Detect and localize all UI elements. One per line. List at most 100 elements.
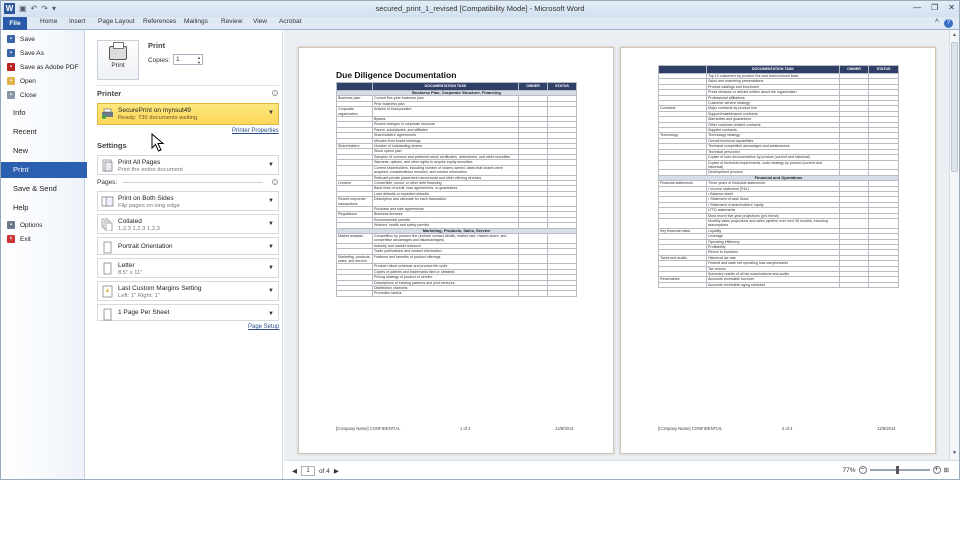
next-page-icon[interactable]: ▶ — [334, 467, 339, 475]
pages-per-sheet-dropdown[interactable]: 1 Page Per Sheet ▼ — [97, 304, 279, 321]
nav-recent[interactable]: Recent — [1, 124, 85, 140]
margins-dropdown[interactable]: Last Custom Margins Setting Left: 1" Rig… — [97, 281, 279, 301]
category-cell: Marketing, products, sales, and service — [336, 253, 373, 265]
chevron-down-icon: ▼ — [268, 221, 274, 227]
printer-icon — [102, 108, 113, 119]
owner-cell — [518, 232, 548, 244]
tab-insert[interactable]: Insert — [69, 18, 85, 25]
zoom-out-icon[interactable]: − — [858, 466, 867, 474]
vertical-scrollbar[interactable]: ▲ ▼ — [949, 30, 959, 460]
tab-file[interactable]: File — [3, 17, 27, 30]
scroll-thumb[interactable] — [951, 42, 958, 172]
scroll-down-icon[interactable]: ▼ — [952, 450, 957, 456]
status-cell — [547, 106, 577, 118]
nav-info[interactable]: Info — [1, 105, 85, 121]
column-header: OWNER — [839, 65, 869, 74]
owner-cell — [839, 217, 869, 229]
restore-icon[interactable]: ❐ — [931, 3, 938, 12]
category-cell: Recent corporate transactions — [336, 196, 373, 207]
pdf-icon: ▪ — [7, 63, 15, 71]
page-footer-date: 12/8/2014 — [555, 426, 574, 431]
preview-status-bar: ◀ 1 of 4 ▶ 77% − + ⊞ — [284, 460, 959, 479]
tab-view[interactable]: View — [253, 18, 267, 25]
nav-close[interactable]: ▪ Close — [7, 91, 37, 99]
mouse-pointer-icon — [151, 133, 165, 152]
nav-save[interactable]: ▪ Save — [7, 35, 35, 43]
scroll-up-icon[interactable]: ▲ — [952, 32, 957, 38]
minimize-icon[interactable]: — — [913, 3, 921, 12]
category-cell: Market analysis — [336, 232, 373, 244]
previous-page-icon[interactable]: ◀ — [292, 467, 297, 475]
table-row: Monthly sales projections and sales pipe… — [658, 217, 899, 229]
ribbon-tabs: File Home Insert Page Layout References … — [1, 17, 959, 30]
task-cell: Current shareholders, including number o… — [372, 164, 519, 176]
status-cell — [547, 232, 577, 244]
column-header: STATUS — [547, 82, 577, 91]
documentation-table: DOCUMENTATION TASK OWNER STATUS Business… — [336, 82, 577, 297]
owner-cell — [839, 281, 869, 289]
info-icon[interactable]: i — [272, 179, 278, 185]
table-header-row: DOCUMENTATION TASK OWNER STATUS — [336, 82, 577, 91]
owner-cell — [518, 196, 548, 207]
tab-mailings[interactable]: Mailings — [184, 18, 208, 25]
table-row: Accounts receivable aging schedule — [658, 281, 899, 289]
stepper-arrows-icon[interactable]: ▲ ▼ — [197, 55, 201, 65]
table-row: Marketing, products, sales, and service F… — [336, 253, 577, 265]
tab-references[interactable]: References — [143, 18, 176, 25]
paper-size-dropdown[interactable]: Letter 8.5" x 11" ▼ — [97, 258, 279, 278]
task-cell: Promotion tactics — [372, 290, 519, 297]
task-cell: Monthly sales projections and sales pipe… — [706, 217, 840, 229]
printer-properties-link[interactable]: Printer Properties — [232, 128, 279, 134]
zoom-to-page-icon[interactable]: ⊞ — [944, 466, 949, 474]
owner-cell — [518, 253, 548, 265]
tab-acrobat[interactable]: Acrobat — [279, 18, 301, 25]
zoom-slider-knob[interactable] — [895, 466, 899, 474]
close-icon[interactable]: ✕ — [948, 3, 955, 12]
orientation-dropdown[interactable]: Portrait Orientation ▼ — [97, 237, 279, 255]
nav-save-adobe-pdf[interactable]: ▪ Save as Adobe PDF — [7, 63, 79, 71]
zoom-level[interactable]: 77% — [843, 467, 856, 474]
help-icon[interactable]: ? — [944, 19, 953, 28]
nav-options[interactable]: ▪ Options — [7, 221, 42, 229]
current-page-input[interactable]: 1 — [301, 466, 315, 476]
tab-page-layout[interactable]: Page Layout — [98, 18, 135, 25]
page-footer-left: [Company Name] CONFIDENTIAL — [658, 426, 723, 431]
nav-help[interactable]: Help — [1, 200, 85, 216]
nav-print[interactable]: Print — [1, 162, 87, 178]
table-row: Copies of technical requirements, code s… — [658, 159, 899, 171]
zoom-in-icon[interactable]: + — [932, 466, 941, 474]
duplex-dropdown[interactable]: Print on Both Sides Flip pages on long e… — [97, 191, 279, 211]
nav-new[interactable]: New — [1, 143, 85, 159]
nav-open[interactable]: ▪ Open — [7, 77, 36, 85]
chevron-down-icon: ▼ — [268, 198, 274, 204]
pages-input[interactable] — [123, 182, 263, 183]
status-cell — [868, 159, 899, 171]
nav-exit[interactable]: × Exit — [7, 235, 31, 243]
print-button[interactable]: Print — [97, 40, 139, 80]
nav-save-as[interactable]: ▪ Save As — [7, 49, 44, 57]
tab-home[interactable]: Home — [40, 18, 57, 25]
table-row: Current shareholders, including number o… — [336, 164, 577, 176]
zoom-slider[interactable] — [869, 466, 930, 474]
minimize-ribbon-icon[interactable]: ˄ — [935, 18, 939, 25]
chevron-down-icon: ▼ — [268, 288, 274, 294]
copies-stepper[interactable]: 1 ▲ ▼ — [173, 54, 203, 65]
collation-dropdown[interactable]: Collated 1,2,3 1,2,3 1,2,3 ▼ — [97, 214, 279, 234]
portrait-icon — [103, 241, 112, 254]
info-icon[interactable]: i — [272, 90, 278, 96]
nav-save-send[interactable]: Save & Send — [1, 181, 85, 197]
print-range-dropdown[interactable]: Print All Pages Print the entire documen… — [97, 155, 279, 175]
owner-cell — [839, 159, 869, 171]
preview-page-2: DOCUMENTATION TASK OWNER STATUS Top 10 c… — [620, 47, 936, 454]
tab-review[interactable]: Review — [221, 18, 242, 25]
window-controls: — ❐ ✕ — [913, 3, 955, 12]
printer-dropdown[interactable]: SecurePrint on mynsut49 Ready: 739 docum… — [97, 103, 279, 125]
page-setup-link[interactable]: Page Setup — [248, 324, 279, 330]
column-header: STATUS — [868, 65, 899, 74]
close-doc-icon: ▪ — [7, 91, 15, 99]
window-title: secured_print_1_revised [Compatibility M… — [375, 4, 585, 13]
category-cell — [336, 164, 373, 176]
paper-icon — [103, 262, 112, 275]
table-header-row: DOCUMENTATION TASK OWNER STATUS — [658, 65, 899, 74]
owner-cell — [518, 290, 548, 297]
